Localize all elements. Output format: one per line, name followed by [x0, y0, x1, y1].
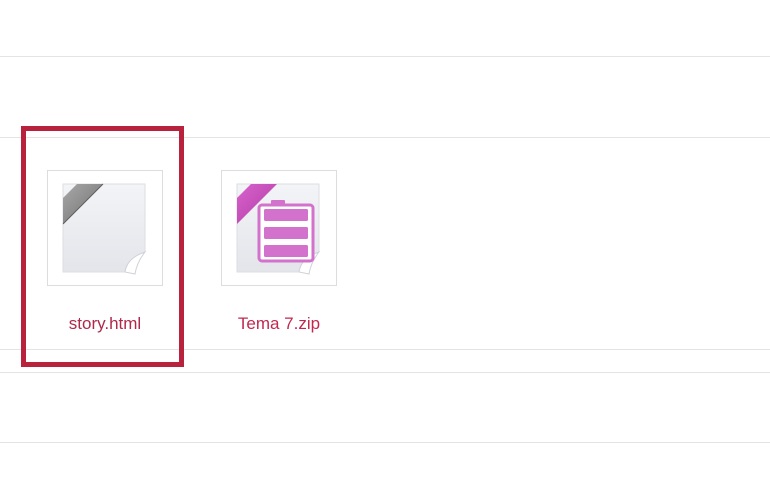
- file-item-tema-7-zip[interactable]: Tema 7.zip: [219, 170, 339, 334]
- divider: [0, 137, 770, 138]
- zip-archive-icon: [236, 183, 321, 275]
- file-name[interactable]: Tema 7.zip: [219, 314, 339, 334]
- divider: [0, 442, 770, 443]
- divider: [0, 349, 770, 350]
- file-thumbnail[interactable]: [221, 170, 337, 286]
- file-item-story-html[interactable]: story.html: [45, 170, 165, 334]
- file-thumbnail[interactable]: [47, 170, 163, 286]
- generic-file-icon: [62, 183, 147, 275]
- file-browser: story.html Tema 7.zip: [0, 0, 770, 504]
- divider: [0, 372, 770, 373]
- file-name[interactable]: story.html: [45, 314, 165, 334]
- divider: [0, 56, 770, 57]
